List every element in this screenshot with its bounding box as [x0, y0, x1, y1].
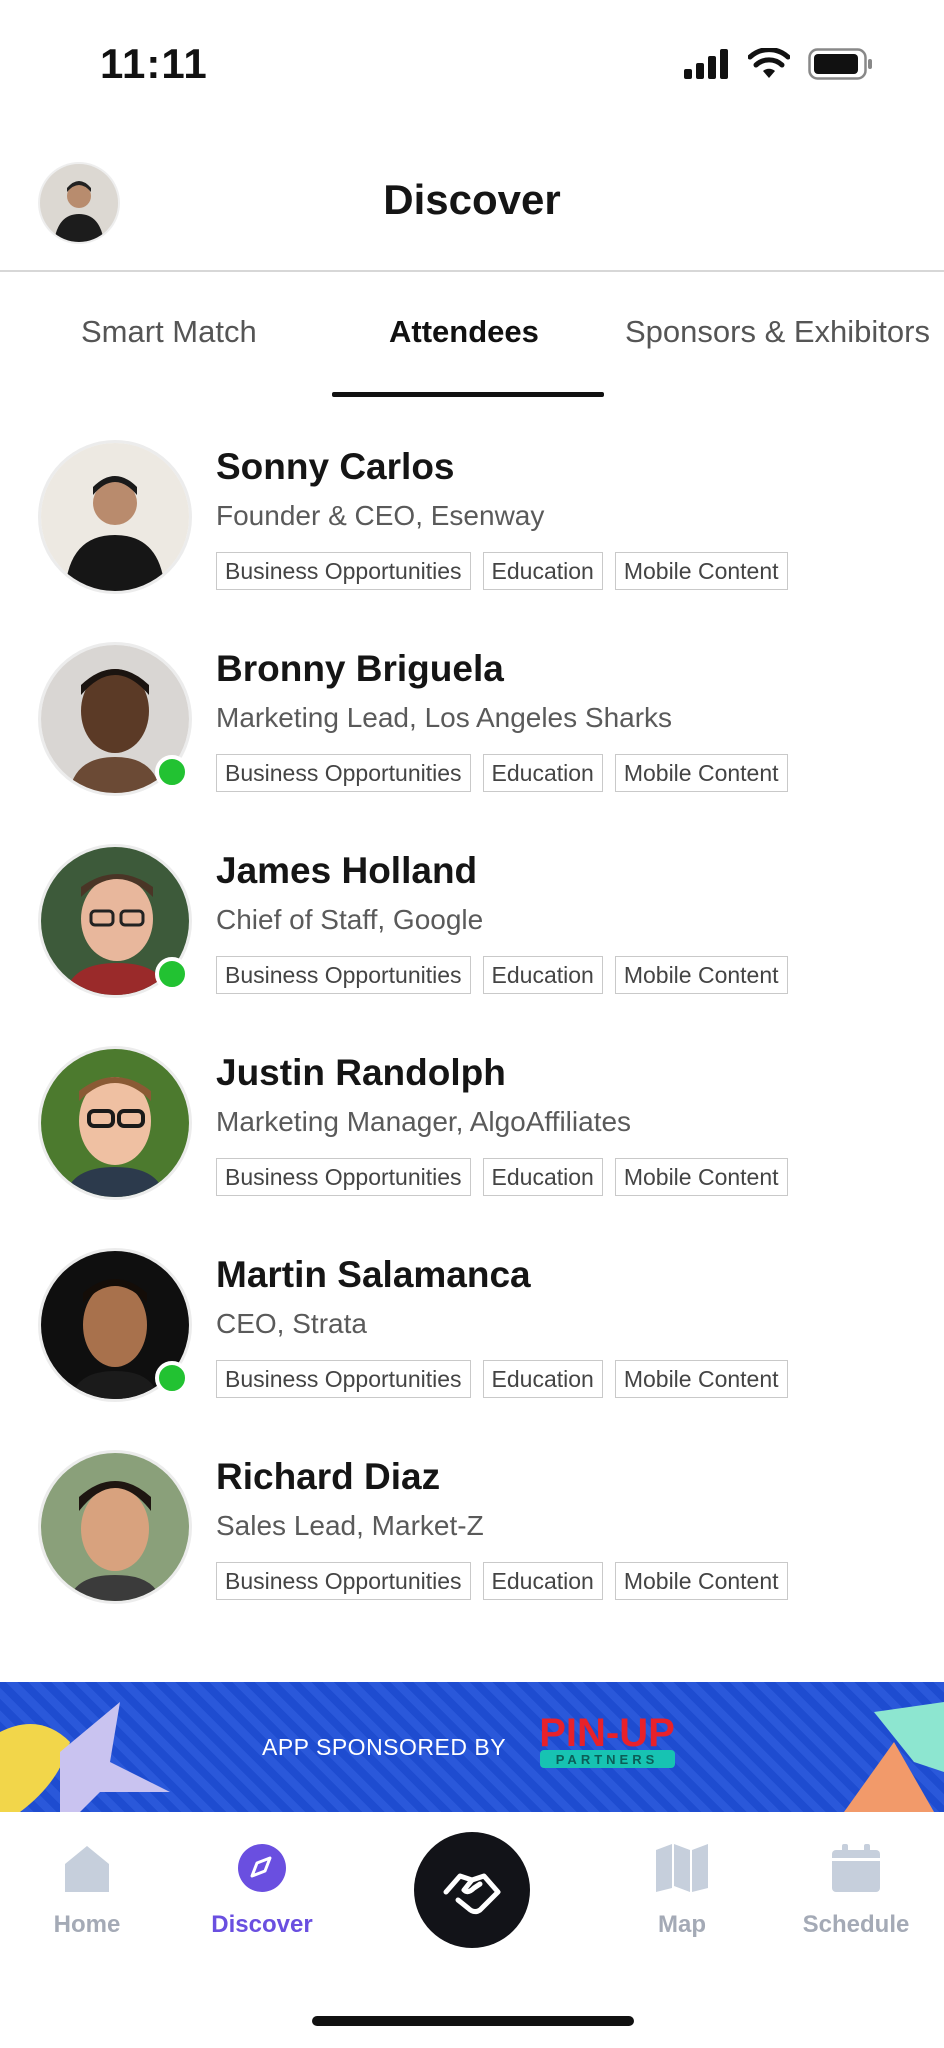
tag: Education	[482, 754, 603, 792]
tag: Business Opportunities	[216, 754, 471, 792]
nav-home[interactable]: Home	[27, 1842, 147, 1939]
online-indicator	[155, 1361, 189, 1395]
nav-label: Map	[658, 1911, 706, 1938]
tag: Education	[482, 956, 603, 994]
attendee-name: Richard Diaz	[216, 1456, 441, 1497]
status-time: 11:11	[100, 40, 208, 87]
signal-icon	[684, 49, 728, 79]
sponsor-label: APP SPONSORED BY	[262, 1734, 507, 1760]
tag: Mobile Content	[614, 956, 788, 994]
tag-list: Business Opportunities Education Mobile …	[216, 1158, 788, 1196]
tag-list: Business Opportunities Education Mobile …	[216, 552, 788, 590]
attendee-row[interactable]: Bronny Briguela Marketing Lead, Los Ange…	[0, 632, 944, 812]
attendee-row[interactable]: Martin Salamanca CEO, Strata Business Op…	[0, 1238, 944, 1418]
attendee-name: Sonny Carlos	[216, 446, 455, 487]
logo-text: PIN-UP	[539, 1711, 675, 1755]
tab-sponsors-exhibitors[interactable]: Sponsors & Exhibitors	[625, 314, 930, 350]
tag: Education	[482, 1360, 603, 1398]
attendee-name: Bronny Briguela	[216, 648, 504, 689]
tag: Business Opportunities	[216, 552, 471, 590]
online-indicator	[155, 755, 189, 789]
tag-list: Business Opportunities Education Mobile …	[216, 1562, 788, 1600]
attendee-role: Sales Lead, Market-Z	[216, 1510, 484, 1541]
attendee-photo	[38, 1450, 192, 1604]
tag: Mobile Content	[614, 552, 788, 590]
nav-discover[interactable]: Discover	[202, 1842, 322, 1939]
tag-list: Business Opportunities Education Mobile …	[216, 956, 788, 994]
nav-map[interactable]: Map	[622, 1842, 742, 1939]
home-indicator	[312, 2016, 634, 2026]
tag: Mobile Content	[614, 754, 788, 792]
networking-button[interactable]	[414, 1832, 530, 1948]
nav-schedule[interactable]: Schedule	[796, 1842, 916, 1939]
sponsor-banner[interactable]: APP SPONSORED BY PIN-UP PARTNERS	[0, 1682, 944, 1812]
banner-decoration-right	[844, 1702, 944, 1812]
pin-up-logo: PIN-UP PARTNERS	[530, 1708, 685, 1774]
tag: Business Opportunities	[216, 1360, 471, 1398]
tab-attendees[interactable]: Attendees	[389, 314, 539, 350]
attendee-role: Marketing Lead, Los Angeles Sharks	[216, 702, 673, 733]
tag-list: Business Opportunities Education Mobile …	[216, 1360, 788, 1398]
attendee-name: Martin Salamanca	[216, 1254, 531, 1295]
nav-label: Discover	[211, 1911, 313, 1938]
map-icon	[656, 1844, 708, 1892]
nav-label: Schedule	[802, 1911, 910, 1938]
nav-label: Home	[53, 1911, 121, 1938]
status-bar: 11:11	[0, 0, 944, 130]
status-icons	[684, 48, 874, 80]
tab-smart-match[interactable]: Smart Match	[81, 314, 257, 350]
home-icon	[65, 1846, 109, 1892]
online-indicator	[155, 957, 189, 991]
page-title: Discover	[383, 176, 561, 223]
tag-list: Business Opportunities Education Mobile …	[216, 754, 788, 792]
active-tab-indicator	[332, 392, 604, 397]
logo-subtext: PARTNERS	[556, 1752, 659, 1767]
attendee-role: Marketing Manager, AlgoAffiliates	[216, 1106, 632, 1137]
attendee-row[interactable]: Richard Diaz Sales Lead, Market-Z Busine…	[0, 1440, 944, 1620]
tag: Education	[482, 1158, 603, 1196]
bottom-nav: Home Discover Map Schedule	[0, 1812, 944, 2048]
tag: Business Opportunities	[216, 1158, 471, 1196]
header: Discover	[0, 140, 944, 272]
tag: Mobile Content	[614, 1158, 788, 1196]
tag: Education	[482, 1562, 603, 1600]
attendee-row[interactable]: James Holland Chief of Staff, Google Bus…	[0, 834, 944, 1014]
attendee-name: Justin Randolph	[216, 1052, 506, 1093]
attendee-role: Chief of Staff, Google	[216, 904, 484, 935]
tag: Business Opportunities	[216, 956, 471, 994]
attendee-row[interactable]: Justin Randolph Marketing Manager, AlgoA…	[0, 1036, 944, 1216]
attendee-row[interactable]: Sonny Carlos Founder & CEO, Esenway Busi…	[0, 430, 944, 610]
attendee-role: CEO, Strata	[216, 1308, 367, 1339]
tab-bar: Smart Match Attendees Sponsors & Exhibit…	[0, 272, 944, 400]
tag: Mobile Content	[614, 1562, 788, 1600]
tag: Education	[482, 552, 603, 590]
attendee-photo	[38, 1046, 192, 1200]
wifi-icon	[748, 48, 790, 78]
battery-icon	[808, 48, 872, 80]
handshake-icon	[443, 1873, 501, 1915]
tag: Mobile Content	[614, 1360, 788, 1398]
tag: Business Opportunities	[216, 1562, 471, 1600]
calendar-icon	[832, 1844, 880, 1892]
attendee-photo	[38, 440, 192, 594]
banner-decoration-left	[0, 1702, 170, 1812]
attendee-name: James Holland	[216, 850, 478, 891]
attendee-role: Founder & CEO, Esenway	[216, 500, 545, 531]
compass-icon	[238, 1844, 286, 1892]
